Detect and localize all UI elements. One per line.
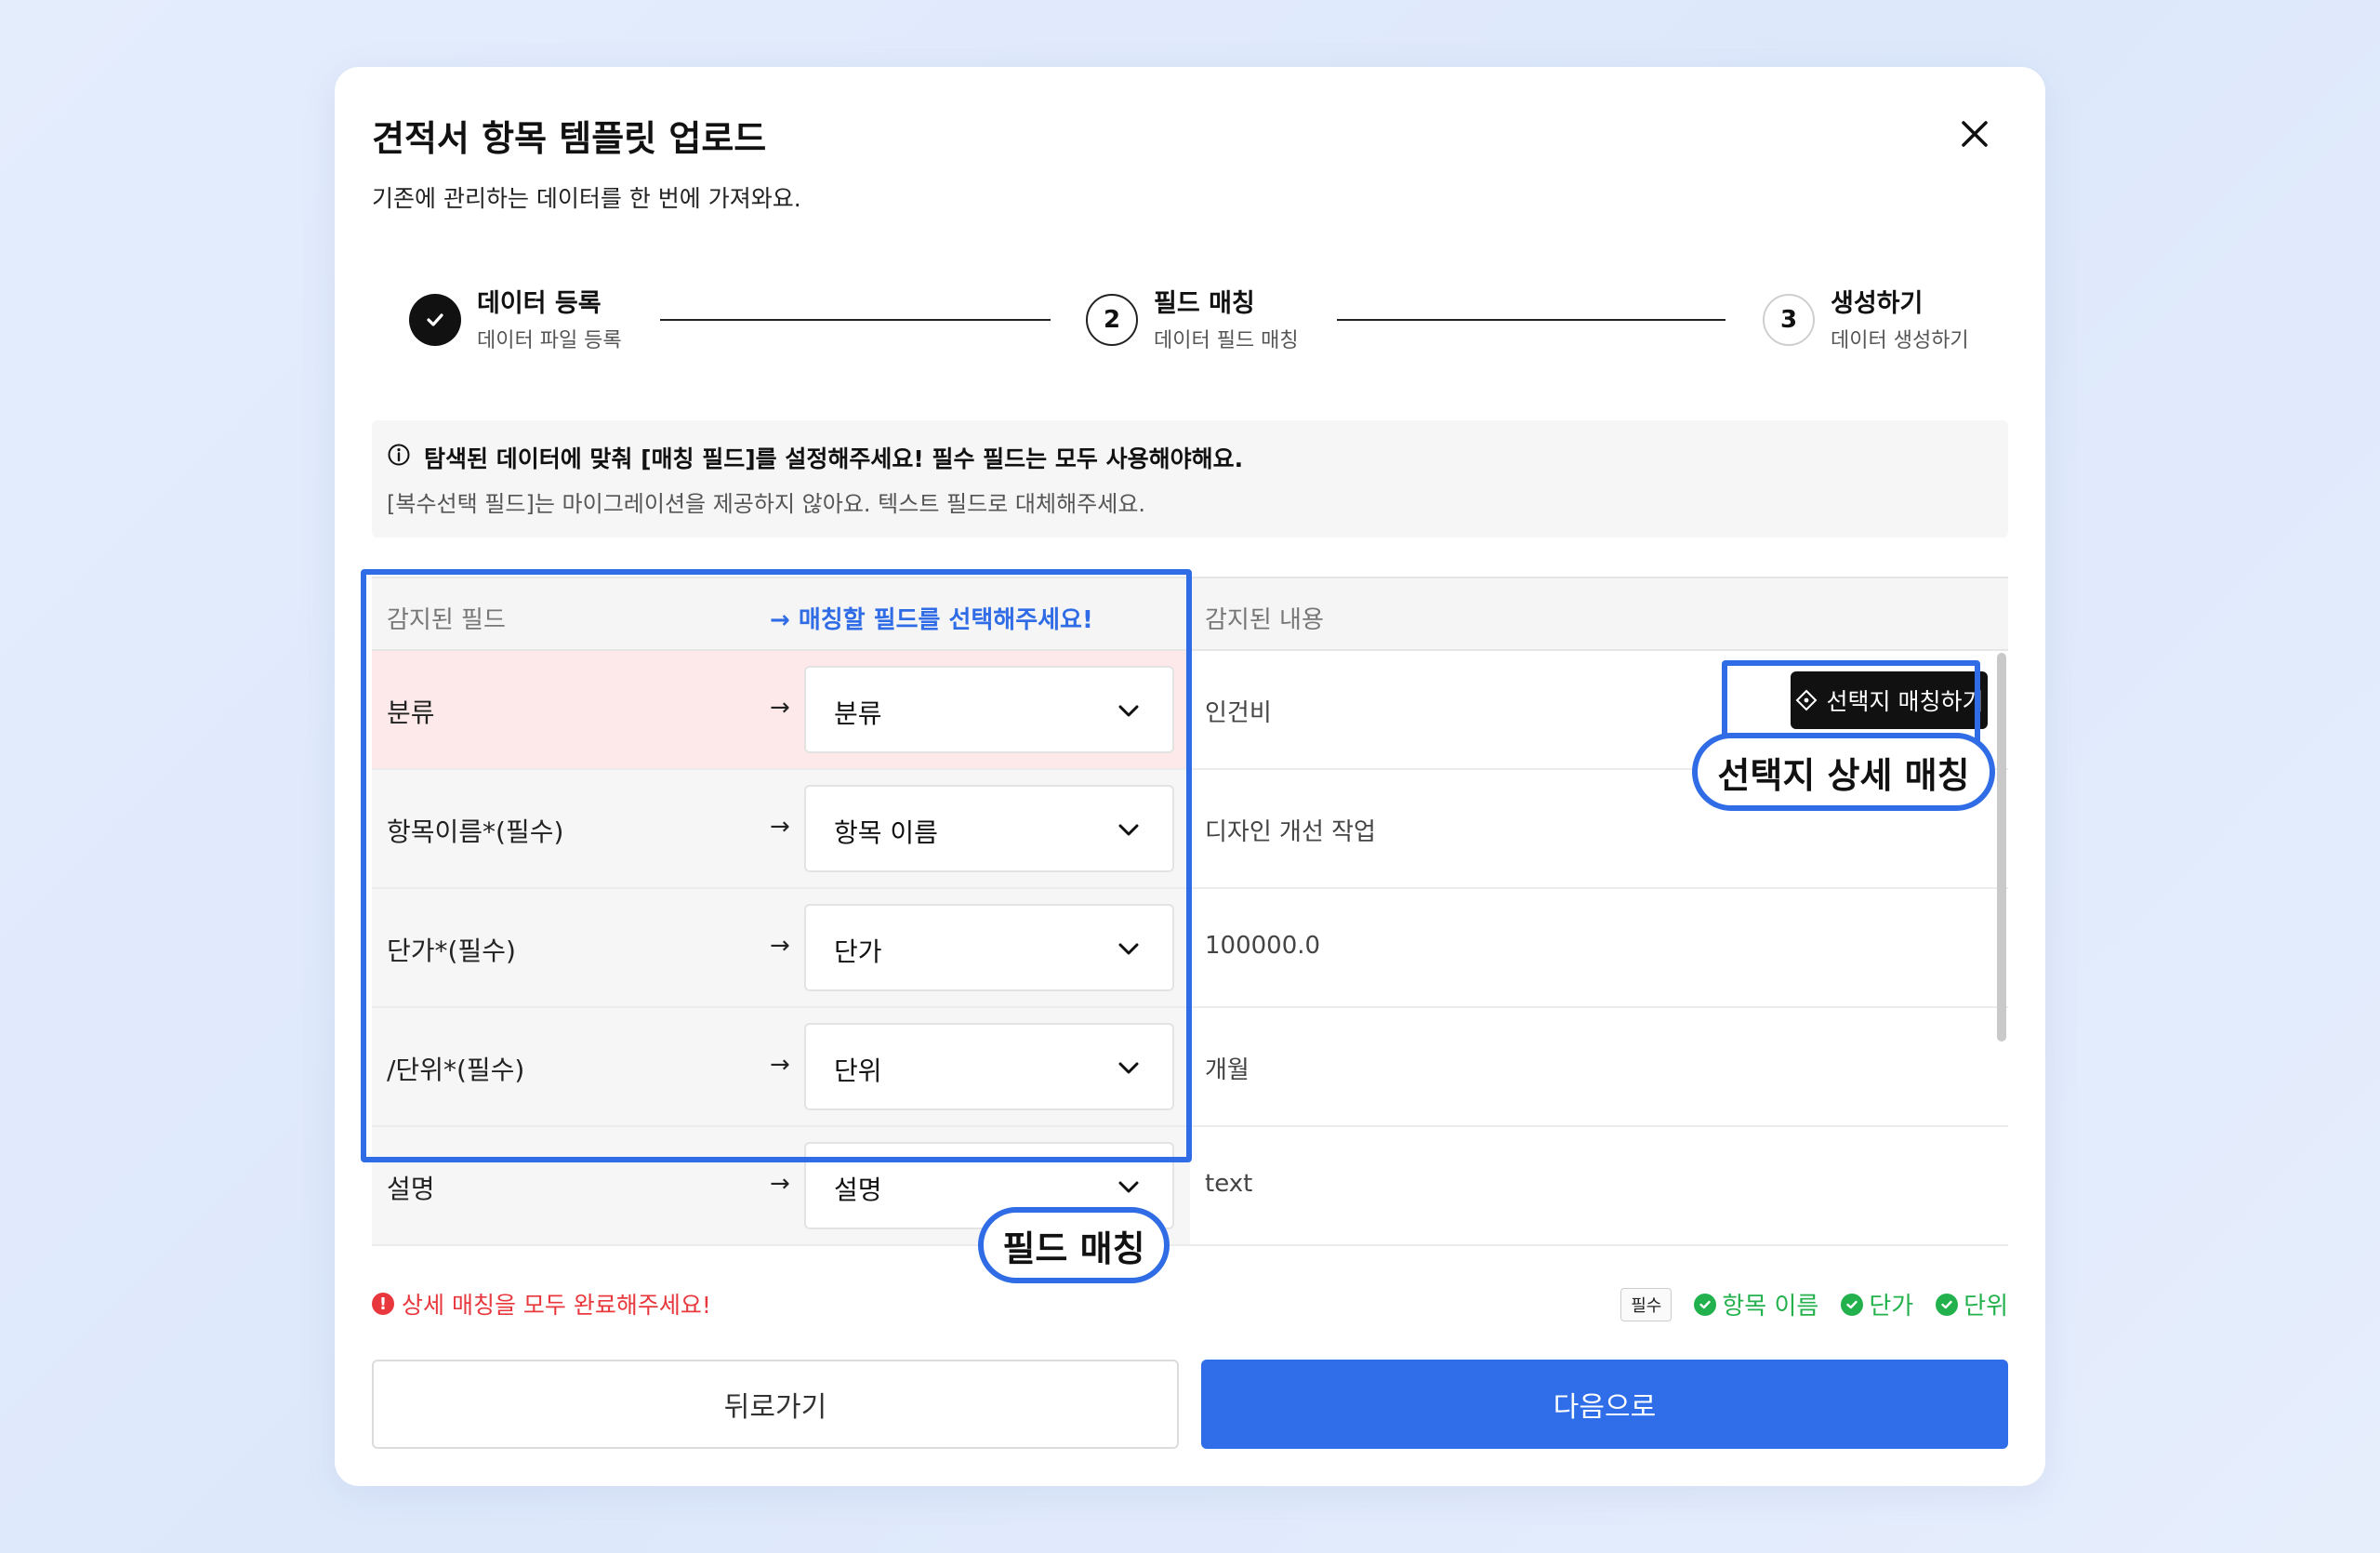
required-item-label: 단가 — [1869, 1293, 1914, 1321]
field-match-highlight — [361, 569, 1192, 1162]
detected-content: 100000.0 — [1205, 932, 1321, 960]
detected-content: text — [1205, 1170, 1253, 1198]
required-tag: 필수 — [1620, 1287, 1673, 1321]
step-1-sub: 데이터 파일 등록 — [477, 329, 622, 352]
info-line-2: [복수선택 필드]는 마이그레이션을 제공하지 않아요. 텍스트 필드로 대체해… — [387, 491, 1146, 517]
step-3-number: 3 — [1763, 294, 1815, 346]
step-1-title: 데이터 등록 — [477, 289, 602, 318]
required-item: 항목 이름 — [1694, 1287, 1818, 1321]
detected-field-name: 설명 — [387, 1174, 435, 1204]
step-2-number: 2 — [1086, 294, 1138, 346]
back-button[interactable]: 뒤로가기 — [372, 1360, 1179, 1449]
info-icon — [388, 444, 410, 466]
detected-content: 개월 — [1205, 1056, 1250, 1084]
error-text: 상세 매칭을 모두 완료해주세요! — [402, 1292, 711, 1319]
close-icon — [1962, 121, 1988, 147]
arrow-icon: → — [770, 1170, 790, 1198]
next-button[interactable]: 다음으로 — [1201, 1360, 2008, 1449]
info-banner: 탐색된 데이터에 맞춰 [매칭 필드]를 설정해주세요! 필수 필드는 모두 사… — [372, 420, 2008, 538]
chevron-down-icon — [1118, 1181, 1139, 1193]
upload-modal: 견적서 항목 템플릿 업로드 기존에 관리하는 데이터를 한 번에 가져와요. … — [335, 67, 2045, 1486]
table-header-right: 감지된 내용 — [1190, 577, 2008, 651]
step-3-sub: 데이터 생성하기 — [1831, 329, 1969, 352]
detected-content: 인건비 — [1205, 699, 1272, 727]
step-connector-2 — [1337, 319, 1726, 321]
info-line-1: 탐색된 데이터에 맞춰 [매칭 필드]를 설정해주세요! 필수 필드는 모두 사… — [424, 445, 1244, 472]
step-1-check — [409, 294, 461, 346]
required-item-label: 단위 — [1964, 1293, 2008, 1321]
check-circle-icon — [1694, 1293, 1717, 1316]
field-select-value: 설명 — [834, 1175, 882, 1205]
required-fields-status: 필수 항목 이름 단가 단위 — [1620, 1287, 2008, 1321]
step-connector-1 — [660, 319, 1051, 321]
close-button[interactable] — [1954, 113, 1995, 154]
modal-subtitle: 기존에 관리하는 데이터를 한 번에 가져와요. — [372, 185, 801, 212]
table-scrollbar[interactable] — [1997, 653, 2006, 1042]
step-3-title: 생성하기 — [1831, 289, 1924, 318]
required-item: 단가 — [1841, 1287, 1913, 1321]
detected-content: 디자인 개선 작업 — [1205, 818, 1376, 846]
error-message: ! 상세 매칭을 모두 완료해주세요! — [372, 1287, 711, 1321]
check-circle-icon — [1936, 1293, 1959, 1316]
modal-title: 견적서 항목 템플릿 업로드 — [372, 118, 767, 159]
check-icon — [427, 313, 443, 326]
step-2-sub: 데이터 필드 매칭 — [1154, 329, 1299, 352]
check-circle-icon — [1841, 1293, 1864, 1316]
step-2-title: 필드 매칭 — [1154, 289, 1255, 318]
detail-match-callout: 선택지 상세 매칭 — [1692, 733, 1995, 811]
header-detected-content: 감지된 내용 — [1205, 606, 1324, 634]
required-item-label: 항목 이름 — [1722, 1293, 1819, 1321]
field-match-callout: 필드 매칭 — [978, 1207, 1170, 1283]
required-item: 단위 — [1936, 1287, 2008, 1321]
error-icon: ! — [372, 1293, 394, 1315]
